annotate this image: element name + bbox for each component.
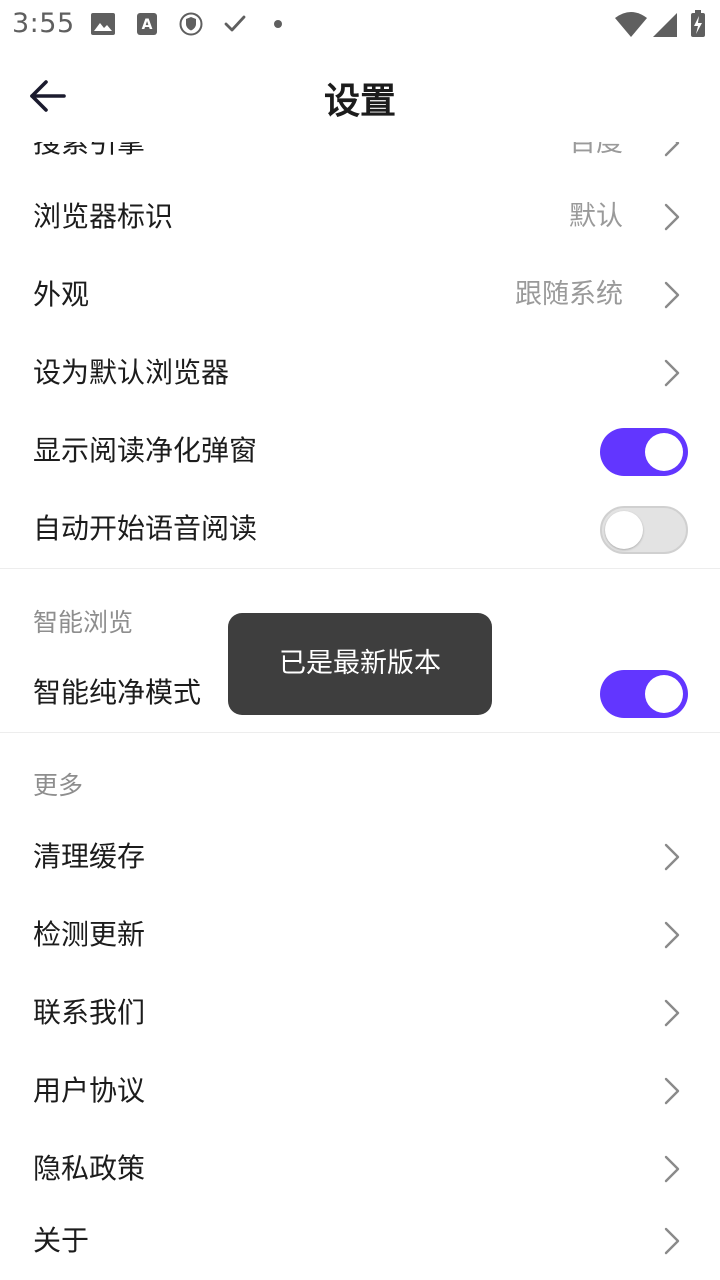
settings-row-user-agreement[interactable]: 用户协议 xyxy=(0,1052,720,1130)
settings-row-label: 设为默认浏览器 xyxy=(33,356,230,389)
settings-row-about[interactable]: 关于 xyxy=(0,1202,720,1280)
page-title: 设置 xyxy=(323,81,396,122)
settings-row-auto-tts: 自动开始语音阅读 xyxy=(0,490,720,568)
settings-row-label: 自动开始语音阅读 xyxy=(33,512,258,545)
settings-row-label: 隐私政策 xyxy=(33,1152,146,1185)
auto-tts-toggle[interactable] xyxy=(600,506,688,554)
svg-text:A: A xyxy=(142,17,153,33)
status-bar: 3:55 A xyxy=(0,0,720,50)
settings-row-reader-popup: 显示阅读净化弹窗 xyxy=(0,412,720,490)
toast-message: 已是最新版本 xyxy=(228,613,492,715)
vpn-shield-icon xyxy=(179,12,203,36)
chevron-right-icon xyxy=(664,921,680,949)
chevron-right-icon xyxy=(664,1077,680,1105)
settings-row-value: 默认 xyxy=(569,201,623,232)
image-icon xyxy=(91,13,115,35)
settings-row-label: 浏览器标识 xyxy=(33,200,174,233)
text-a-icon: A xyxy=(137,13,157,35)
signal-icon xyxy=(653,13,677,37)
settings-row-contact[interactable]: 联系我们 xyxy=(0,974,720,1052)
dot-icon xyxy=(274,20,282,28)
settings-row-label: 智能纯净模式 xyxy=(33,676,202,709)
settings-row-label: 检测更新 xyxy=(33,918,146,951)
settings-row-label: 关于 xyxy=(33,1224,90,1257)
settings-row-check-update[interactable]: 检测更新 xyxy=(0,896,720,974)
chevron-right-icon xyxy=(664,1227,680,1255)
chevron-right-icon xyxy=(664,999,680,1027)
app-header: 设置 xyxy=(0,50,720,142)
settings-row-label: 清理缓存 xyxy=(33,840,146,873)
settings-row-label: 联系我们 xyxy=(33,996,146,1029)
chevron-right-icon xyxy=(664,843,680,871)
wifi-icon xyxy=(615,12,647,37)
settings-row-label: 显示阅读净化弹窗 xyxy=(33,434,258,467)
section-divider xyxy=(0,568,720,569)
toggle-knob xyxy=(645,433,683,471)
status-time: 3:55 xyxy=(12,8,75,39)
toggle-knob xyxy=(605,511,643,549)
chevron-right-icon xyxy=(664,359,680,387)
section-title-more: 更多 xyxy=(33,771,84,800)
battery-charging-icon xyxy=(691,10,705,37)
settings-row-label: 外观 xyxy=(33,278,90,311)
clean-mode-toggle[interactable] xyxy=(600,670,688,718)
settings-row-privacy[interactable]: 隐私政策 xyxy=(0,1130,720,1208)
section-title-smart: 智能浏览 xyxy=(33,608,134,637)
settings-row-default-browser[interactable]: 设为默认浏览器 xyxy=(0,334,720,412)
chevron-right-icon xyxy=(664,203,680,231)
settings-row-value: 跟随系统 xyxy=(515,279,623,310)
check-icon xyxy=(224,15,246,32)
toggle-knob xyxy=(645,675,683,713)
chevron-right-icon xyxy=(664,281,680,309)
chevron-right-icon xyxy=(664,1155,680,1183)
settings-row-label: 用户协议 xyxy=(33,1074,146,1107)
settings-row-appearance[interactable]: 外观 跟随系统 xyxy=(0,256,720,334)
section-divider xyxy=(0,732,720,733)
settings-row-browser-ua[interactable]: 浏览器标识 默认 xyxy=(0,178,720,256)
settings-row-clear-cache[interactable]: 清理缓存 xyxy=(0,818,720,896)
reader-popup-toggle[interactable] xyxy=(600,428,688,476)
